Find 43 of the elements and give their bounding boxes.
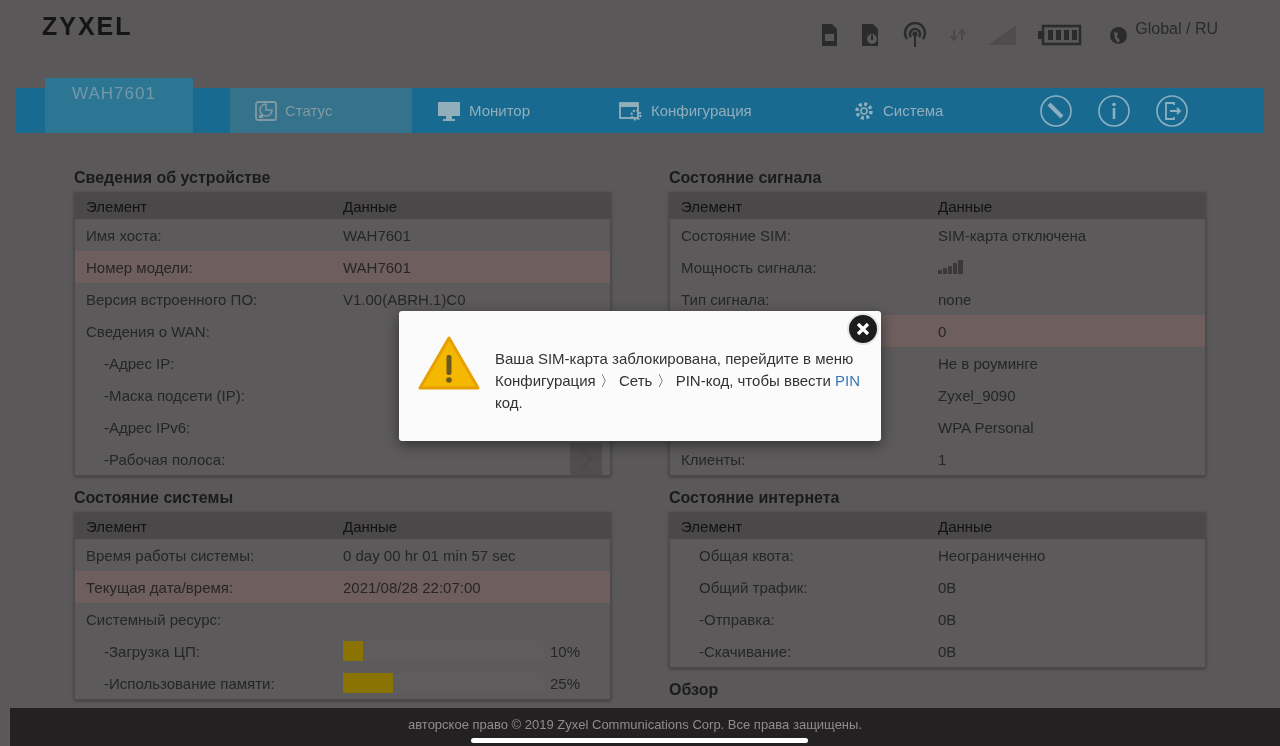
section-title: Состояние интернета [669,488,841,508]
logout-icon[interactable] [1156,94,1188,127]
chart-icon [255,100,277,121]
column-header: Элемент [85,517,149,535]
device-tab[interactable]: WAH7601 [45,78,193,133]
pen-icon[interactable] [1040,94,1072,127]
row-label: Текущая дата/время: [86,578,234,596]
logo: ZYXEL [42,12,133,41]
sim-card-icon [820,23,839,47]
copyright-text: авторское право © 2019 Zyxel Communications Corp. Все права защищены. [408,716,862,732]
column-header: Элемент [85,197,149,215]
section-title: Состояние системы [74,488,235,508]
section-title: Сведения об устройстве [74,168,272,188]
column-header: Данные [343,517,398,535]
column-header: Данные [938,197,993,215]
close-icon[interactable] [847,313,879,345]
sd-card-icon [860,23,881,47]
pin-link[interactable]: PIN [834,372,860,389]
row-label: Номер модели: [86,258,193,276]
next-button[interactable] [570,443,602,475]
row-value: 2021/08/28 22:07:00 [343,578,481,596]
antenna-icon [902,22,929,48]
nav-tab[interactable]: Статус [230,88,412,133]
monitor-icon [437,100,461,121]
column-header: Данные [938,517,993,535]
warning-icon [417,335,481,391]
nav-tab[interactable]: Система [828,88,1010,133]
section-title: Состояние сигнала [669,168,823,188]
alert-message: Ваша SIM-карта заблокирована, перейдите в меню Конфигурация 〉 Сеть 〉 PIN-код, чтобы ввести PIN код. [495,349,861,413]
column-header: Данные [343,197,398,215]
nav-tab[interactable]: Конфигурация [594,88,776,133]
globe-icon [1110,26,1128,44]
battery-icon [1038,24,1083,46]
column-header: Элемент [680,197,744,215]
nav-tab[interactable]: Монитор [412,88,594,133]
section-title: Обзор [669,680,720,700]
signal-bars-icon [938,260,964,274]
gear-icon [853,99,875,122]
column-header: Элемент [680,517,744,535]
row-value: 0 [938,322,947,340]
window-gear-icon [619,100,643,121]
info-icon[interactable] [1098,94,1130,127]
row-value: WAH7601 [343,258,411,276]
